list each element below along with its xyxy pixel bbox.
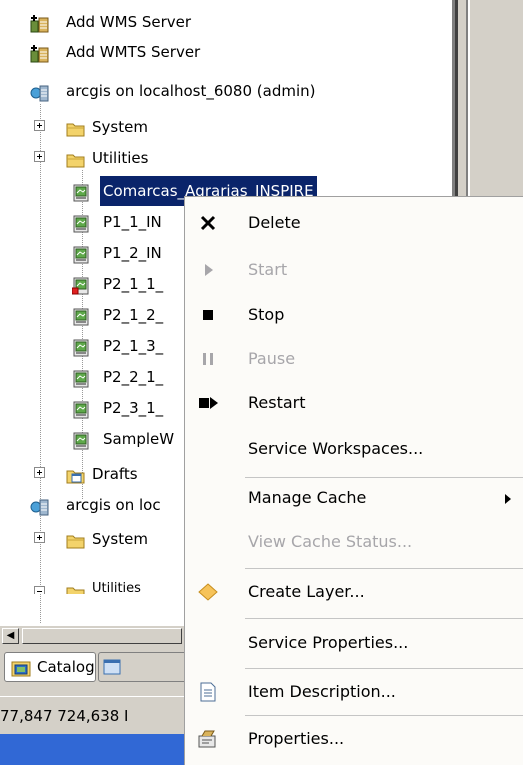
expand-toggle[interactable] xyxy=(34,467,45,478)
map-service-icon xyxy=(72,306,91,326)
create-layer-diamond-icon xyxy=(197,582,219,602)
map-service-icon xyxy=(72,399,91,419)
menu-item-service-properties[interactable]: Service Properties... xyxy=(185,621,523,665)
status-bar: 77,847 724,638 I xyxy=(0,696,200,735)
folder-icon xyxy=(66,149,85,168)
menu-item-create-layer[interactable]: Create Layer... xyxy=(185,570,523,614)
menu-separator xyxy=(245,668,523,669)
map-service-icon xyxy=(72,430,91,450)
tab-search[interactable] xyxy=(98,652,198,682)
tree-item-system[interactable]: System xyxy=(0,112,440,142)
menu-item-manage-cache[interactable]: Manage Cache xyxy=(185,476,523,520)
drafts-folder-icon xyxy=(66,465,85,484)
tree-item-label: Add WMTS Server xyxy=(66,43,201,61)
stop-square-icon xyxy=(197,305,219,325)
tree-item-utilities[interactable]: Utilities xyxy=(0,143,440,173)
tab-catalog[interactable]: Catalog xyxy=(4,652,96,682)
add-wmts-server-icon xyxy=(30,43,49,63)
tree-item-label: P2_1_2_ xyxy=(103,306,164,324)
expand-toggle[interactable] xyxy=(34,151,45,162)
expand-toggle[interactable] xyxy=(34,120,45,131)
menu-item-pause[interactable]: Pause xyxy=(185,337,523,381)
map-service-icon xyxy=(72,337,91,357)
folder-icon xyxy=(66,582,85,594)
tree-item-label: System xyxy=(92,118,148,136)
menu-item-label: Item Description... xyxy=(248,682,396,701)
tree-item-label: P2_2_1_ xyxy=(103,368,164,386)
collapse-toggle[interactable] xyxy=(34,586,45,594)
pause-icon xyxy=(197,349,219,369)
tree-item-label: SampleW xyxy=(103,430,175,448)
map-service-icon xyxy=(72,182,91,202)
menu-item-label: Restart xyxy=(248,393,306,412)
scroll-left-arrow-icon[interactable]: ◀ xyxy=(2,628,19,644)
menu-item-properties[interactable]: Properties... xyxy=(185,717,523,761)
tree-item-add-wms-server[interactable]: Add WMS Server xyxy=(0,7,440,37)
menu-item-label: Service Workspaces... xyxy=(248,439,424,458)
restart-icon xyxy=(197,393,219,413)
menu-item-start[interactable]: Start xyxy=(185,248,523,292)
map-service-icon xyxy=(72,368,91,388)
tree-item-label: P1_1_IN xyxy=(103,213,162,231)
start-play-icon xyxy=(197,260,219,280)
tree-item-label: P2_3_1_ xyxy=(103,399,164,417)
map-service-icon xyxy=(72,244,91,264)
menu-item-label: View Cache Status... xyxy=(248,532,413,551)
tree-item-label: P2_1_1_ xyxy=(103,275,164,293)
catalog-icon xyxy=(11,658,31,677)
tree-item-arcgis-server-connection[interactable]: arcgis on localhost_6080 (admin) xyxy=(0,76,440,106)
menu-item-view-cache-status[interactable]: View Cache Status... xyxy=(185,520,523,564)
tree-item-label: Add WMS Server xyxy=(66,13,192,31)
menu-item-restart[interactable]: Restart xyxy=(185,381,523,425)
arcgis-server-connection-icon xyxy=(30,82,49,102)
tree-item-label: P2_1_3_ xyxy=(103,337,164,355)
tree-item-label: Utilities xyxy=(92,149,149,167)
map-service-icon xyxy=(72,213,91,233)
menu-separator xyxy=(245,568,523,569)
menu-item-service-workspaces[interactable]: Service Workspaces... xyxy=(185,427,523,471)
delete-x-icon xyxy=(197,213,219,233)
expand-toggle[interactable] xyxy=(34,532,45,543)
menu-item-label: Properties... xyxy=(248,729,345,748)
tree-item-label: P1_2_IN xyxy=(103,244,162,262)
coordinates-readout: 77,847 724,638 I xyxy=(0,707,129,725)
tree-item-label: Drafts xyxy=(92,465,138,483)
menu-item-label: Create Layer... xyxy=(248,582,365,601)
menu-item-label: Pause xyxy=(248,349,296,368)
arcgis-server-connection-icon xyxy=(30,496,49,516)
menu-item-delete[interactable]: Delete xyxy=(185,201,523,245)
folder-icon xyxy=(66,118,85,137)
map-service-stopped-icon xyxy=(71,275,91,295)
scrollbar-thumb[interactable] xyxy=(22,628,182,644)
menu-item-item-description[interactable]: Item Description... xyxy=(185,670,523,714)
menu-item-label: Delete xyxy=(248,213,301,232)
tree-item-label: Utilities xyxy=(92,582,141,594)
submenu-arrow-icon xyxy=(505,494,511,504)
menu-separator xyxy=(245,715,523,716)
catalog-tab-strip: Catalog xyxy=(0,646,200,696)
menu-item-stop[interactable]: Stop xyxy=(185,293,523,337)
item-description-icon xyxy=(197,682,219,702)
tree-item-label: arcgis on loc xyxy=(66,496,161,514)
tree-item-add-wmts-server[interactable]: Add WMTS Server xyxy=(0,37,440,67)
menu-item-label: Start xyxy=(248,260,288,279)
properties-icon xyxy=(197,729,219,749)
menu-item-label: Service Properties... xyxy=(248,633,409,652)
menu-separator xyxy=(245,618,523,619)
add-wms-server-icon xyxy=(30,13,49,33)
horizontal-scrollbar[interactable]: ◀ xyxy=(0,625,200,646)
tree-item-label: System xyxy=(92,530,148,548)
search-window-icon xyxy=(103,658,122,676)
tab-label: Catalog xyxy=(37,658,95,676)
service-context-menu: Delete Start Stop Pause Restart Service … xyxy=(184,196,523,765)
menu-item-label: Stop xyxy=(248,305,285,324)
tree-item-label: arcgis on localhost_6080 (admin) xyxy=(66,82,316,100)
folder-icon xyxy=(66,530,85,549)
menu-item-label: Manage Cache xyxy=(248,488,367,507)
